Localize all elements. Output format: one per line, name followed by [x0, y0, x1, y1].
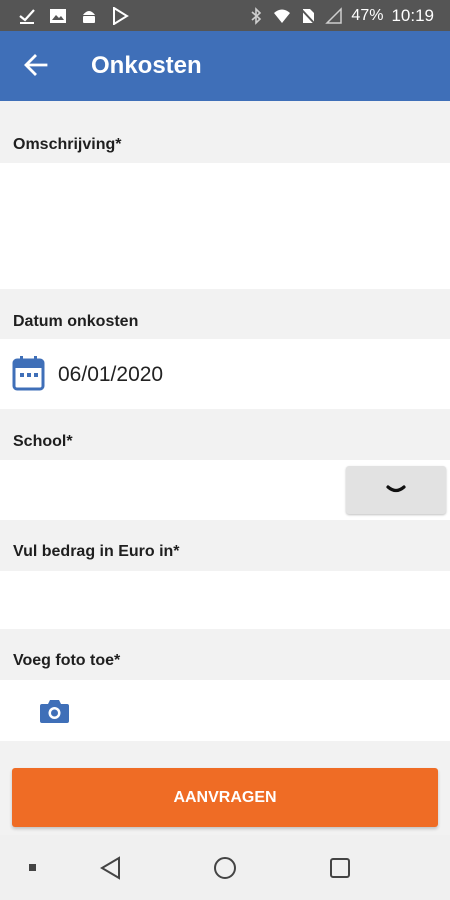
app-bar: Onkosten — [0, 31, 450, 101]
chevron-down-icon — [386, 485, 406, 493]
submit-button[interactable]: AANVRAGEN — [12, 768, 438, 827]
date-field[interactable]: 06/01/2020 — [0, 339, 450, 409]
clock: 10:19 — [391, 6, 434, 25]
wifi-icon — [274, 9, 291, 23]
status-bar: 47% 10:19 — [0, 0, 450, 31]
navigation-bar — [0, 835, 450, 900]
camera-icon[interactable] — [39, 699, 70, 724]
home-circle-icon[interactable] — [213, 856, 237, 880]
description-field[interactable] — [0, 163, 450, 289]
back-triangle-icon[interactable] — [99, 856, 121, 880]
signal-icon — [325, 7, 343, 24]
play-store-icon — [113, 7, 129, 25]
amount-label: Vul bedrag in Euro in* — [13, 543, 180, 560]
photo-field — [0, 680, 450, 741]
school-select[interactable] — [0, 460, 450, 520]
image-icon — [50, 9, 66, 23]
page-title: Onkosten — [91, 52, 202, 79]
calendar-icon[interactable] — [12, 355, 45, 391]
battery-level: 47% — [351, 7, 384, 24]
download-done-icon — [19, 9, 35, 24]
date-label: Datum onkosten — [13, 313, 139, 330]
school-dropdown-button[interactable] — [346, 466, 446, 514]
date-value: 06/01/2020 — [58, 363, 164, 386]
description-label: Omschrijving* — [13, 136, 122, 153]
recent-dot-icon[interactable] — [29, 864, 36, 871]
no-sim-icon — [300, 8, 317, 25]
amount-input[interactable] — [0, 571, 450, 629]
school-label: School* — [13, 433, 73, 450]
android-icon — [83, 11, 95, 23]
photo-label: Voeg foto toe* — [13, 652, 121, 669]
arrow-left-icon[interactable] — [22, 51, 50, 79]
overview-square-icon[interactable] — [329, 857, 351, 879]
bluetooth-icon — [251, 7, 262, 25]
